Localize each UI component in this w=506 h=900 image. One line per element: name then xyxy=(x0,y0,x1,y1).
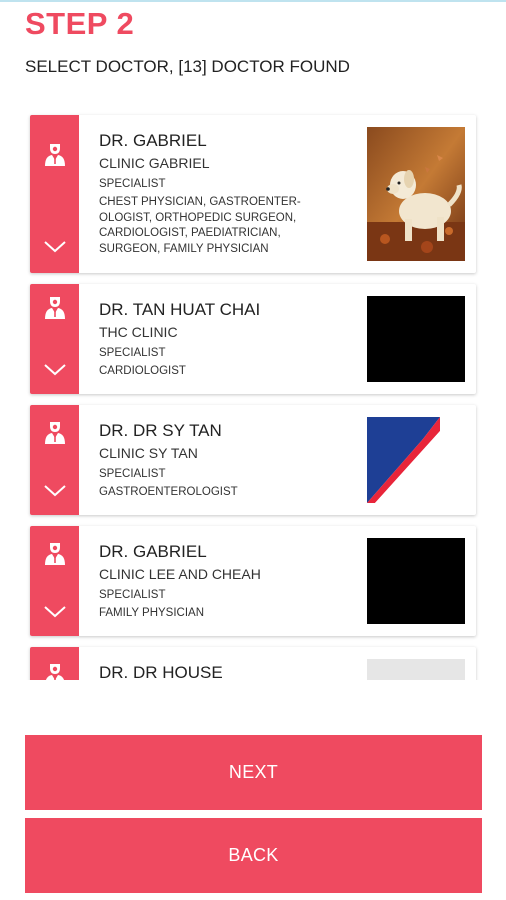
clinic-name: CLINIC LEE AND CHEAH xyxy=(99,566,261,582)
doctor-icon xyxy=(45,543,65,565)
doctor-photo xyxy=(367,127,465,261)
card-accent-bar xyxy=(30,526,79,636)
clinic-name: THC CLINIC xyxy=(99,324,178,340)
doctor-name: DR. DR SY TAN xyxy=(99,421,222,440)
doctor-card[interactable]: DR. GABRIEL CLINIC LEE AND CHEAH SPECIAL… xyxy=(30,526,476,636)
card-accent-bar xyxy=(30,115,79,273)
clinic-logo xyxy=(367,417,465,503)
chevron-down-icon[interactable] xyxy=(43,484,67,498)
doctor-card[interactable]: DR. GABRIEL CLINIC GABRIEL SPECIALIST CH… xyxy=(30,115,476,273)
specialties: CHEST PHYSICIAN, GASTROENTER- OLOGIST, O… xyxy=(99,196,301,255)
specialties: CARDIOLOGIST xyxy=(99,365,186,377)
doctor-list[interactable]: DR. GABRIEL CLINIC GABRIEL SPECIALIST CH… xyxy=(24,106,486,680)
doctor-card[interactable]: DR. DR SY TAN CLINIC SY TAN SPECIALIST G… xyxy=(30,405,476,515)
doctor-icon xyxy=(45,297,65,319)
next-button[interactable]: NEXT xyxy=(25,735,482,810)
doctor-name: DR. GABRIEL xyxy=(99,131,207,150)
specialties: GASTROENTEROLOGIST xyxy=(99,486,238,498)
doctor-count-subtitle: SELECT DOCTOR, [13] DOCTOR FOUND xyxy=(25,57,350,76)
doctor-photo xyxy=(367,659,465,680)
card-accent-bar xyxy=(30,647,79,680)
specialties: FAMILY PHYSICIAN xyxy=(99,607,205,619)
doctor-photo xyxy=(367,538,465,624)
doctor-role: SPECIALIST xyxy=(99,589,166,601)
clinic-name: CLINIC SY TAN xyxy=(99,445,198,461)
clinic-name: CLINIC GABRIEL xyxy=(99,155,210,171)
doctor-card[interactable]: DR. DR HOUSE xyxy=(30,647,476,680)
doctor-role: SPECIALIST xyxy=(99,468,166,480)
chevron-down-icon[interactable] xyxy=(43,363,67,377)
step-title: STEP 2 xyxy=(25,6,135,41)
doctor-icon xyxy=(45,664,65,680)
card-accent-bar xyxy=(30,405,79,515)
doctor-photo xyxy=(367,296,465,382)
doctor-role: SPECIALIST xyxy=(99,347,166,359)
doctor-icon xyxy=(45,422,65,444)
doctor-icon xyxy=(45,144,65,166)
status-divider xyxy=(0,0,506,2)
doctor-card[interactable]: DR. TAN HUAT CHAI THC CLINIC SPECIALIST … xyxy=(30,284,476,394)
doctor-name: DR. TAN HUAT CHAI xyxy=(99,300,261,319)
doctor-name: DR. DR HOUSE xyxy=(99,663,223,680)
back-button[interactable]: BACK xyxy=(25,818,482,893)
doctor-role: SPECIALIST xyxy=(99,178,166,190)
card-accent-bar xyxy=(30,284,79,394)
chevron-down-icon[interactable] xyxy=(43,605,67,619)
chevron-down-icon[interactable] xyxy=(43,240,67,254)
doctor-name: DR. GABRIEL xyxy=(99,542,207,561)
